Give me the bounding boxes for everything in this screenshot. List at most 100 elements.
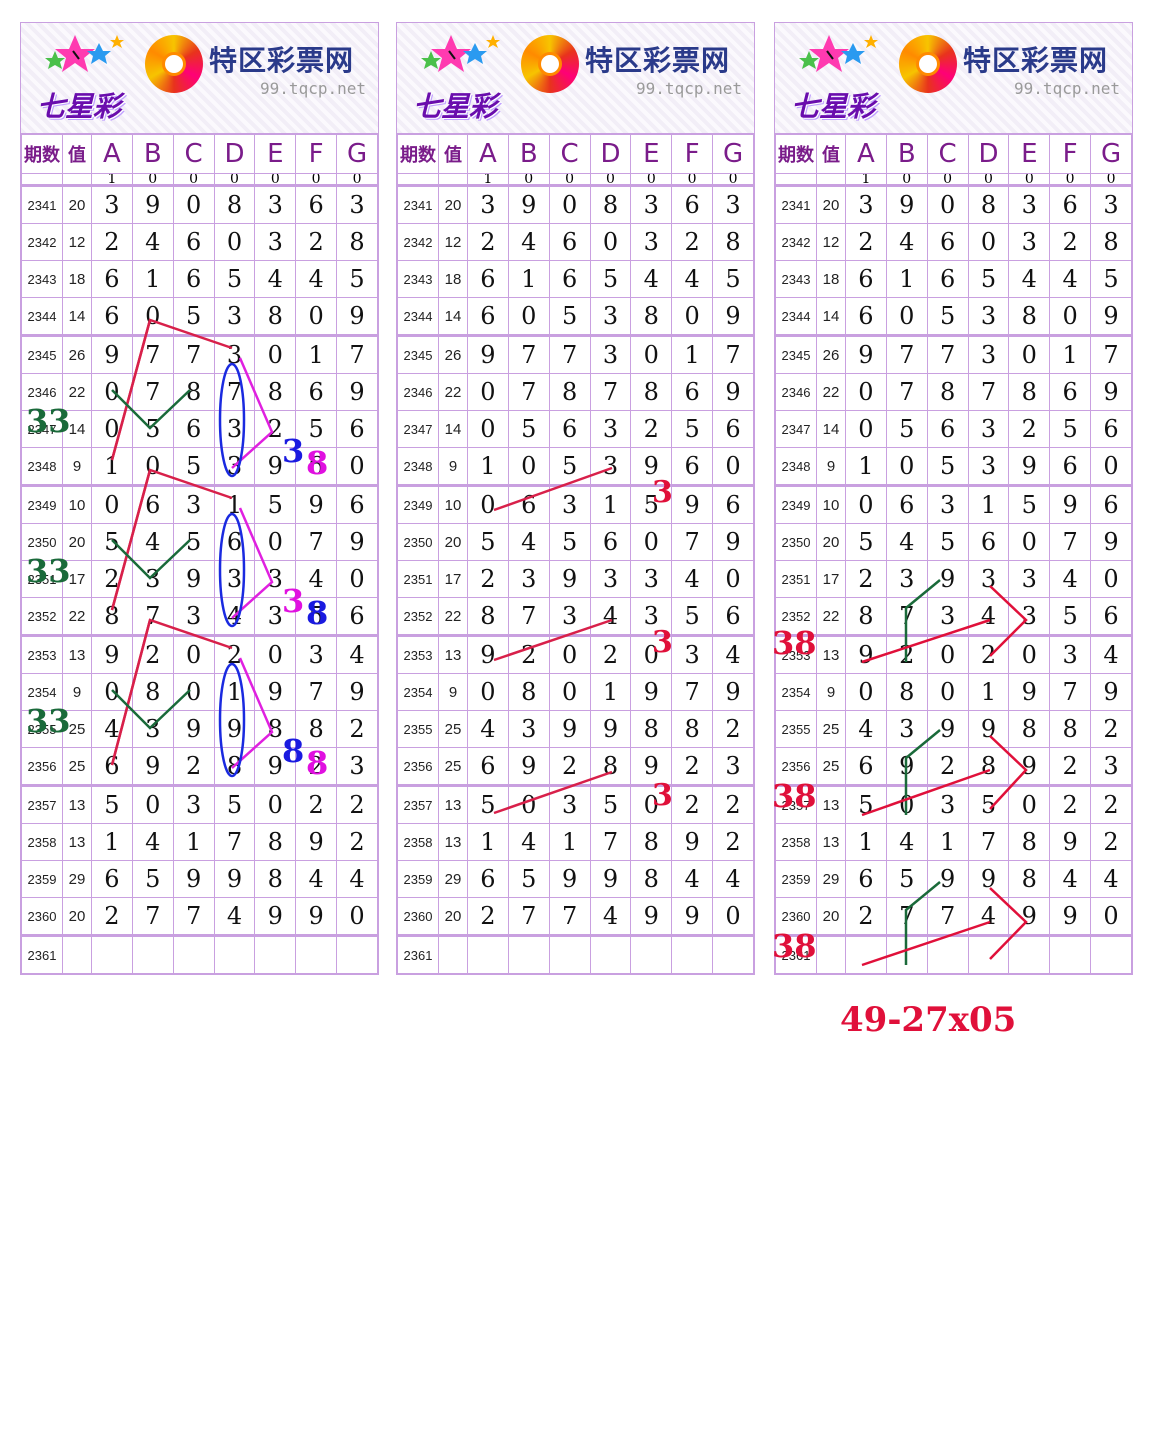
digit-cell: 3 [967, 297, 1010, 336]
period-cell: 2352 [397, 597, 439, 636]
digit-cell: 2 [671, 747, 714, 786]
site-name: 特区彩票网 [585, 44, 731, 77]
period-cell: 2343 [397, 260, 439, 298]
digit-cell: 2 [1090, 784, 1132, 824]
digit-cell: 0 [589, 223, 632, 261]
digit-cell: 6 [671, 373, 714, 411]
digit-cell: 0 [172, 673, 215, 711]
period-cell: 2359 [397, 860, 439, 898]
value-cell: 26 [816, 334, 846, 374]
digit-cell: 9 [295, 484, 338, 524]
table-row: 2354 9 0 8 0 1 9 7 9 [21, 673, 378, 711]
digit-cell [548, 934, 591, 974]
digit-cell: 9 [295, 823, 338, 861]
digit-cell: 8 [630, 860, 673, 898]
digit-cell: 6 [712, 484, 754, 524]
digit-cell: 7 [885, 597, 928, 636]
digit-cell: 2 [1049, 784, 1092, 824]
digit-cell: 9 [712, 673, 754, 711]
digit-cell: 6 [295, 447, 338, 486]
value-cell: 22 [438, 373, 468, 411]
digit-cell: 0 [630, 523, 673, 561]
digit-cell: 1 [213, 673, 256, 711]
value-cell: 13 [816, 634, 846, 674]
digit-cell: 2 [295, 223, 338, 261]
digit-cell: 8 [589, 184, 632, 224]
digit-cell: 6 [172, 260, 215, 298]
table-row: 2345 26 9 7 7 3 0 1 7 [775, 334, 1132, 374]
table-row: 2348 9 1 0 5 3 9 6 0 [21, 447, 378, 486]
digit-cell: 1 [91, 447, 133, 486]
digit-cell: 5 [548, 297, 591, 336]
table-row: 2343 18 6 1 6 5 4 4 5 [397, 260, 754, 298]
digit-header: B [131, 134, 174, 174]
period-cell: 2351 [21, 560, 63, 598]
panel-header: 七星彩 特区彩票网 99.tqcp.net [21, 23, 378, 134]
digit-cell: 8 [213, 747, 256, 786]
digit-cell: 4 [336, 634, 378, 674]
digit-cell: 9 [845, 334, 887, 374]
digit-cell: 6 [671, 184, 714, 224]
digit-cell: 2 [926, 747, 969, 786]
digit-cell: 3 [91, 184, 133, 224]
digit-cell: 8 [926, 373, 969, 411]
digit-cell: 0 [254, 523, 297, 561]
period-cell: 2350 [21, 523, 63, 561]
digit-cell: 3 [172, 597, 215, 636]
value-cell: 22 [62, 597, 92, 636]
digit-cell: 8 [712, 223, 754, 261]
digit-cell [295, 934, 338, 974]
digit-cell: 8 [295, 710, 338, 748]
digit-cell: 3 [254, 597, 297, 636]
digit-cell: 9 [589, 710, 632, 748]
value-cell: 13 [816, 784, 846, 824]
digit-cell: 7 [1049, 673, 1092, 711]
digit-cell: 9 [172, 710, 215, 748]
table-row: 2352 22 8 7 3 4 3 5 6 [21, 597, 378, 636]
digit-cell: 3 [589, 334, 632, 374]
column-header-row: 期数值 A B C D E F G [775, 134, 1132, 174]
digit-cell: 9 [131, 184, 174, 224]
digit-cell: 0 [91, 410, 133, 448]
period-cell: 2341 [21, 184, 63, 224]
digit-cell: 4 [295, 560, 338, 598]
digit-cell: 0 [254, 784, 297, 824]
digit-cell: 0 [845, 373, 887, 411]
value-cell: 22 [816, 597, 846, 636]
digit-cell: 5 [295, 410, 338, 448]
digit-cell: 0 [507, 297, 550, 336]
digit-cell: 4 [131, 223, 174, 261]
digit-cell: 7 [671, 673, 714, 711]
digit-cell: 1 [131, 260, 174, 298]
digit-header: A [467, 134, 509, 174]
digit-cell: 9 [671, 823, 714, 861]
partial-digit: 0 [548, 173, 591, 186]
digit-cell: 2 [131, 634, 174, 674]
digit-cell: 3 [336, 184, 378, 224]
table-row: 2342 12 2 4 6 0 3 2 8 [775, 223, 1132, 261]
digit-cell: 4 [1090, 860, 1132, 898]
digit-cell: 4 [1049, 860, 1092, 898]
table-row: 2347 14 0 5 6 3 2 5 6 [775, 410, 1132, 448]
digit-cell: 4 [589, 897, 632, 936]
digit-cell: 4 [885, 523, 928, 561]
digit-cell: 7 [295, 673, 338, 711]
value-cell: 20 [62, 523, 92, 561]
digit-cell: 2 [295, 747, 338, 786]
digit-cell: 9 [1090, 673, 1132, 711]
table-row: 2358 13 1 4 1 7 8 9 2 [775, 823, 1132, 861]
digit-cell: 8 [1008, 860, 1051, 898]
digit-header: E [254, 134, 297, 174]
digit-cell: 5 [845, 784, 887, 824]
partial-row: 1000000 [775, 173, 1132, 186]
digit-cell: 2 [467, 560, 509, 598]
panel-header: 七星彩 特区彩票网 99.tqcp.net [775, 23, 1132, 134]
table-row: 2354 9 0 8 0 1 9 7 9 [775, 673, 1132, 711]
column-header-row: 期数值 A B C D E F G [397, 134, 754, 174]
star-logo-icon [45, 35, 124, 72]
value-cell: 10 [816, 484, 846, 524]
table-row: 2352 22 8 7 3 4 3 5 6 [397, 597, 754, 636]
digit-cell: 5 [336, 260, 378, 298]
value-cell: 26 [62, 334, 92, 374]
period-cell: 2347 [397, 410, 439, 448]
